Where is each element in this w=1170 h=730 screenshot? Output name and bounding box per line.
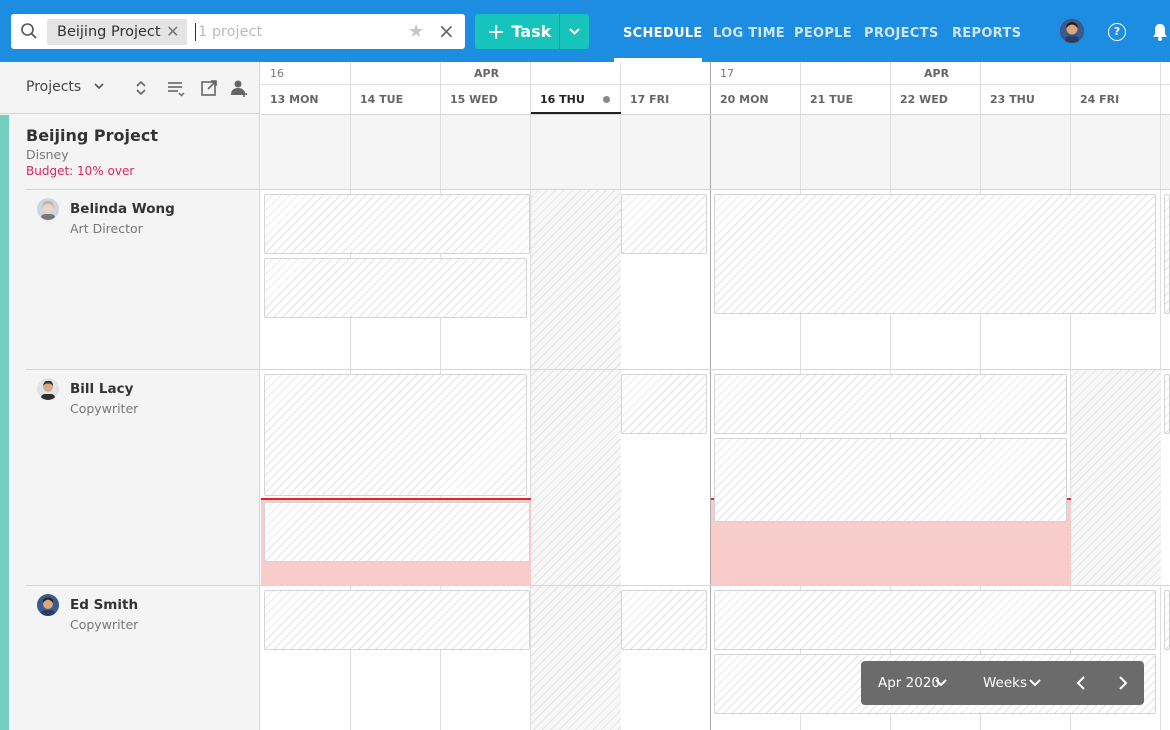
task-block[interactable] xyxy=(1164,194,1170,314)
person-role: Art Director xyxy=(70,221,143,236)
period-dropdown[interactable]: Apr 2020 xyxy=(878,675,940,691)
chevron-left-icon[interactable] xyxy=(1074,675,1088,691)
chevron-down-icon xyxy=(569,28,580,35)
day-header[interactable]: 13 MON xyxy=(261,85,351,114)
day-header[interactable]: 15 WED xyxy=(441,85,531,114)
row-divider xyxy=(26,585,1170,586)
task-block[interactable] xyxy=(621,590,707,650)
person-name[interactable]: Bill Lacy xyxy=(70,381,133,397)
star-icon[interactable]: ★ xyxy=(408,21,424,42)
task-block[interactable] xyxy=(714,194,1156,314)
chevron-down-icon[interactable] xyxy=(1028,677,1042,689)
project-color-accent xyxy=(0,115,9,730)
today-unavailable-column xyxy=(531,190,621,730)
avatar[interactable] xyxy=(37,378,59,400)
chevron-right-icon[interactable] xyxy=(1116,675,1130,691)
search-bar[interactable]: Beijing Project ✕ 1 project ★ × xyxy=(11,14,465,49)
task-block[interactable] xyxy=(1164,374,1170,434)
day-header[interactable]: 20 MON xyxy=(711,85,801,114)
plus-icon: + xyxy=(487,20,506,45)
header-bottom-border xyxy=(261,114,1170,115)
nav-log-time[interactable]: LOG TIME xyxy=(713,26,785,41)
day-header[interactable]: 17 FRI xyxy=(621,85,711,114)
remove-chip-icon[interactable]: ✕ xyxy=(166,19,179,45)
view-dropdown[interactable]: Weeks xyxy=(983,675,1027,691)
projects-dropdown-label: Projects xyxy=(26,79,82,95)
task-block[interactable] xyxy=(264,258,527,318)
user-avatar[interactable] xyxy=(1060,19,1084,43)
view-label: Weeks xyxy=(983,675,1028,691)
date-navigation: Apr 2020 Weeks xyxy=(861,661,1144,705)
help-icon[interactable]: ? xyxy=(1108,23,1126,41)
chevron-down-icon[interactable] xyxy=(934,677,948,689)
task-block[interactable] xyxy=(714,438,1067,522)
nav-reports[interactable]: REPORTS xyxy=(952,26,1021,41)
task-block[interactable] xyxy=(264,194,530,254)
unavailable-block xyxy=(1071,370,1161,585)
projects-dropdown[interactable]: Projects xyxy=(26,79,106,95)
chevron-down-icon xyxy=(94,83,104,90)
bell-icon[interactable] xyxy=(1150,22,1170,42)
open-external-icon[interactable] xyxy=(199,78,219,98)
task-block[interactable] xyxy=(264,590,530,650)
task-block[interactable] xyxy=(621,374,707,434)
task-dropdown-button[interactable] xyxy=(560,14,589,49)
add-task-label: Task xyxy=(511,22,552,41)
clear-search-icon[interactable]: × xyxy=(438,19,455,43)
avatar[interactable] xyxy=(37,594,59,616)
project-client: Disney xyxy=(26,147,69,162)
task-block[interactable] xyxy=(714,374,1067,434)
period-label: Apr 2020 xyxy=(878,675,941,691)
nav-projects[interactable]: PROJECTS xyxy=(864,26,938,41)
list-view-icon[interactable] xyxy=(166,78,186,98)
day-header[interactable]: 21 TUE xyxy=(801,85,891,114)
day-header[interactable]: 14 TUE xyxy=(351,85,441,114)
search-input[interactable]: 1 project xyxy=(195,23,262,41)
nav-schedule[interactable]: SCHEDULE xyxy=(623,26,703,41)
filter-chip[interactable]: Beijing Project ✕ xyxy=(47,19,187,45)
task-block[interactable] xyxy=(621,194,707,254)
person-role: Copywriter xyxy=(70,617,139,632)
sort-icon[interactable] xyxy=(131,78,151,98)
row-divider xyxy=(26,189,1170,190)
person-role: Copywriter xyxy=(70,401,139,416)
add-task-button[interactable]: + Task xyxy=(475,14,559,49)
day-header[interactable]: 23 THU xyxy=(981,85,1071,114)
overallocation-line xyxy=(261,498,531,500)
avatar[interactable] xyxy=(37,198,59,220)
day-header[interactable]: 22 WED xyxy=(891,85,981,114)
person-name[interactable]: Ed Smith xyxy=(70,597,138,613)
budget-status: Budget: 10% over xyxy=(26,164,135,178)
row-divider xyxy=(26,369,1170,370)
filter-chip-label: Beijing Project xyxy=(57,24,161,40)
task-block[interactable] xyxy=(1164,590,1170,650)
today-dot xyxy=(603,96,610,103)
task-block[interactable] xyxy=(264,374,527,496)
day-header[interactable]: 24 FRI xyxy=(1071,85,1161,114)
project-title[interactable]: Beijing Project xyxy=(26,126,158,145)
task-block[interactable] xyxy=(264,502,530,562)
person-name[interactable]: Belinda Wong xyxy=(70,201,175,217)
task-block[interactable] xyxy=(714,590,1156,650)
nav-people[interactable]: PEOPLE xyxy=(794,26,852,41)
search-icon xyxy=(21,23,37,39)
add-person-icon[interactable] xyxy=(229,78,249,98)
